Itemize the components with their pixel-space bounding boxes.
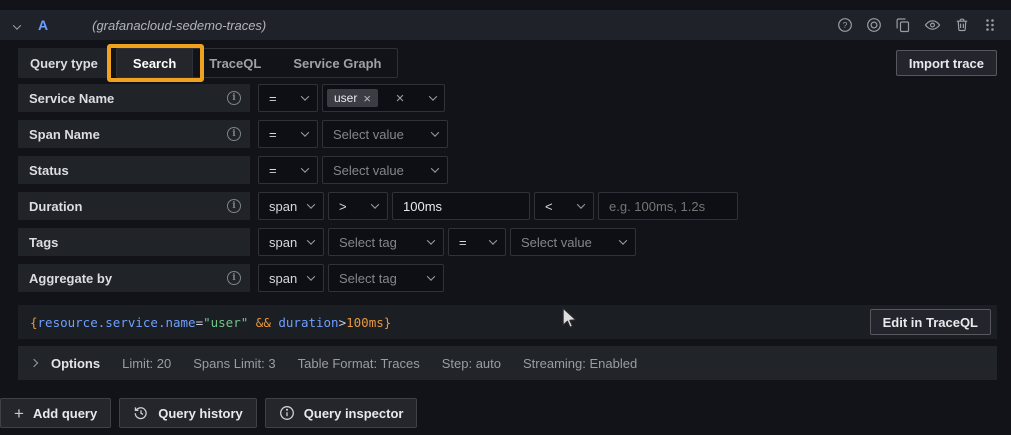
search-filters: Service Name = user Span Name (18, 84, 997, 300)
option-limit: Limit: 20 (122, 356, 171, 371)
edit-in-traceql-button[interactable]: Edit in TraceQL (870, 309, 991, 335)
options-bar: Options Limit: 20 Spans Limit: 3 Table F… (18, 346, 997, 380)
tab-search[interactable]: Search (117, 49, 193, 77)
remove-query-trash-icon[interactable] (954, 17, 970, 33)
disable-query-icon[interactable] (866, 17, 882, 33)
chevron-down-icon (427, 236, 435, 244)
chevron-down-icon (301, 164, 309, 172)
service-name-operator-select[interactable]: = (258, 84, 318, 112)
status-operator-select[interactable]: = (258, 156, 318, 184)
span-name-info-icon[interactable] (227, 127, 241, 141)
chevron-down-icon (301, 128, 309, 136)
span-name-value-select[interactable]: Select value (322, 120, 448, 148)
selected-value-pill: user (327, 89, 378, 107)
tags-tag-select[interactable]: Select tag (328, 228, 444, 256)
tags-scope-select[interactable]: span (258, 228, 324, 256)
duration-max-input[interactable] (598, 192, 738, 220)
option-table-format: Table Format: Traces (298, 356, 420, 371)
chevron-down-icon (431, 128, 439, 136)
chevron-down-icon (427, 272, 435, 280)
traceql-query-preview: {resource.service.name="user" && duratio… (30, 315, 391, 330)
service-name-label: Service Name (29, 91, 114, 106)
aggregate-by-tag-select[interactable]: Select tag (328, 264, 444, 292)
filter-row-service-name: Service Name = user (18, 84, 997, 112)
service-name-info-icon[interactable] (227, 91, 241, 105)
datasource-name: (grafanacloud-sedemo-traces) (92, 18, 266, 33)
chevron-down-icon (619, 236, 627, 244)
tags-operator-select[interactable]: = (448, 228, 506, 256)
chevron-down-icon (489, 236, 497, 244)
help-icon[interactable]: ? (837, 17, 853, 33)
traceql-preview-bar: {resource.service.name="user" && duratio… (18, 305, 997, 339)
add-query-button[interactable]: Add query (0, 398, 111, 428)
aggregate-by-label: Aggregate by (29, 271, 112, 286)
import-trace-button[interactable]: Import trace (896, 50, 997, 76)
query-inspector-button[interactable]: Query inspector (265, 398, 418, 428)
duration-info-icon[interactable] (227, 199, 241, 213)
info-circle-icon (279, 405, 295, 421)
span-name-label: Span Name (29, 127, 100, 142)
duration-min-input[interactable] (392, 192, 530, 220)
filter-row-status: Status = Select value (18, 156, 997, 184)
option-streaming: Streaming: Enabled (523, 356, 637, 371)
duration-gt-operator-select[interactable]: > (328, 192, 388, 220)
duration-lt-operator-select[interactable]: < (534, 192, 594, 220)
chevron-down-icon (429, 92, 437, 100)
filter-row-tags: Tags span Select tag = Select value (18, 228, 997, 256)
chevron-down-icon (301, 92, 309, 100)
history-icon (133, 405, 149, 421)
tags-label: Tags (29, 235, 58, 250)
aggregate-by-info-icon[interactable] (227, 271, 241, 285)
option-step: Step: auto (442, 356, 501, 371)
drag-handle-icon[interactable] (983, 17, 997, 33)
tab-service-graph[interactable]: Service Graph (277, 49, 397, 77)
query-type-radio-group: Search TraceQL Service Graph (116, 48, 399, 78)
tags-value-select[interactable]: Select value (510, 228, 636, 256)
chevron-down-icon (307, 200, 315, 208)
duplicate-query-icon[interactable] (895, 17, 911, 33)
chevron-down-icon (371, 200, 379, 208)
aggregate-by-scope-select[interactable]: span (258, 264, 324, 292)
chevron-right-icon (30, 359, 38, 367)
duration-label: Duration (29, 199, 82, 214)
filter-row-aggregate-by: Aggregate by span Select tag (18, 264, 997, 292)
status-label: Status (29, 163, 69, 178)
remove-value-icon[interactable] (363, 92, 371, 105)
chevron-down-icon (431, 164, 439, 172)
filter-row-span-name: Span Name = Select value (18, 120, 997, 148)
options-toggle[interactable]: Options (31, 356, 100, 371)
duration-scope-select[interactable]: span (258, 192, 324, 220)
filter-row-duration: Duration span > < (18, 192, 997, 220)
query-header-actions: ? (837, 17, 997, 33)
trace-query-editor: A (grafanacloud-sedemo-traces) ? (0, 0, 1011, 435)
chevron-down-icon (577, 200, 585, 208)
query-type-label: Query type (18, 48, 110, 78)
span-name-operator-select[interactable]: = (258, 120, 318, 148)
status-value-select[interactable]: Select value (322, 156, 448, 184)
chevron-down-icon (307, 272, 315, 280)
svg-text:?: ? (843, 20, 848, 30)
service-name-value-select[interactable]: user (322, 84, 445, 112)
option-spans-limit: Spans Limit: 3 (193, 356, 275, 371)
collapse-chevron-icon[interactable] (14, 18, 20, 33)
query-footer-actions: Add query Query history Query inspecto (0, 398, 417, 428)
query-row-header[interactable]: A (grafanacloud-sedemo-traces) ? (0, 10, 1011, 40)
query-ref-id: A (38, 17, 48, 33)
query-type-row: Query type Search TraceQL Service Graph … (18, 48, 997, 78)
clear-all-icon[interactable] (396, 91, 405, 106)
chevron-down-icon (307, 236, 315, 244)
query-history-button[interactable]: Query history (119, 398, 257, 428)
tab-traceql[interactable]: TraceQL (193, 49, 277, 77)
plus-icon (14, 405, 24, 422)
hide-response-eye-icon[interactable] (924, 17, 941, 33)
